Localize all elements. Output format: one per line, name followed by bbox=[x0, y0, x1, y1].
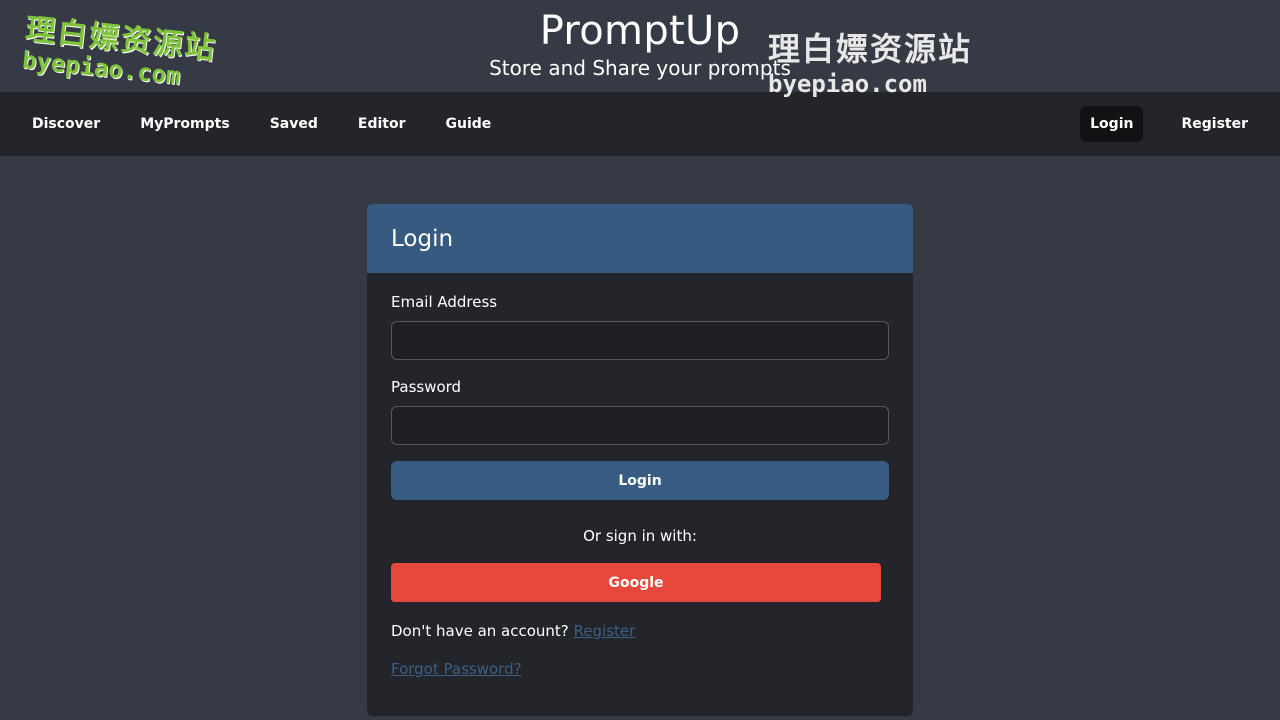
email-field[interactable] bbox=[391, 321, 889, 360]
or-sign-in-text: Or sign in with: bbox=[583, 527, 697, 545]
login-card-header: Login bbox=[367, 204, 913, 273]
password-field[interactable] bbox=[391, 406, 889, 445]
password-label: Password bbox=[391, 378, 462, 396]
login-card-body: Email Address Password Login Or sign in … bbox=[367, 293, 913, 678]
forgot-password-link[interactable]: Forgot Password? bbox=[391, 660, 522, 678]
nav-link-saved[interactable]: Saved bbox=[250, 106, 338, 142]
nav-left: Discover MyPrompts Saved Editor Guide bbox=[12, 106, 511, 142]
register-link[interactable]: Register bbox=[574, 622, 636, 640]
forgot-password-row: Forgot Password? bbox=[391, 660, 889, 678]
login-button[interactable]: Login bbox=[391, 461, 889, 500]
navbar: Discover MyPrompts Saved Editor Guide Lo… bbox=[0, 92, 1280, 156]
site-header: PromptUp Store and Share your prompts bbox=[0, 0, 1280, 92]
site-subtitle: Store and Share your prompts bbox=[489, 56, 791, 80]
no-account-text: Don't have an account? bbox=[391, 622, 569, 640]
register-prompt: Don't have an account? Register bbox=[391, 622, 889, 640]
nav-link-login[interactable]: Login bbox=[1080, 106, 1144, 142]
login-card: Login Email Address Password Login Or si… bbox=[367, 204, 913, 716]
nav-link-register[interactable]: Register bbox=[1161, 106, 1268, 142]
nav-right: Login Register bbox=[1080, 106, 1268, 142]
login-card-title: Login bbox=[391, 225, 454, 252]
nav-link-discover[interactable]: Discover bbox=[12, 106, 120, 142]
email-label: Email Address bbox=[391, 293, 498, 311]
site-title: PromptUp bbox=[539, 8, 741, 54]
nav-link-editor[interactable]: Editor bbox=[338, 106, 426, 142]
nav-link-guide[interactable]: Guide bbox=[425, 106, 511, 142]
google-sign-in-button[interactable]: Google bbox=[391, 563, 881, 602]
nav-link-myprompts[interactable]: MyPrompts bbox=[120, 106, 249, 142]
